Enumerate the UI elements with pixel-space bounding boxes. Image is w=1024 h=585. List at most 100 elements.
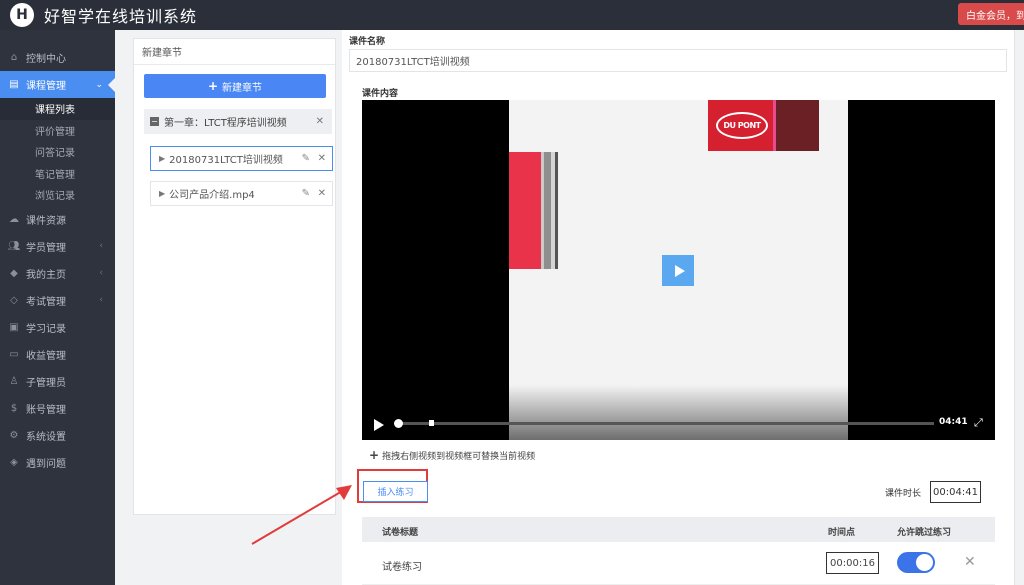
delete-lesson-icon[interactable]: ✕ (318, 188, 326, 199)
chevron-down-icon: ⌄ (95, 79, 103, 90)
chevron-left-icon: ‹ (99, 241, 103, 251)
column-header: 允许跳过练习 (897, 528, 952, 538)
play-icon: ▶ (159, 189, 166, 198)
plus-icon: + (207, 79, 219, 93)
record-icon: ▣ (9, 321, 19, 333)
video-time: 04:41 (939, 417, 968, 427)
fullscreen-icon[interactable]: ⤢ (974, 416, 983, 430)
sidebar-item-label: 课程管理 (26, 81, 66, 92)
brand-text: DU PONT (716, 112, 768, 139)
progress-handle[interactable] (394, 419, 403, 428)
main-content: 课件名称 20180731LTCT培训视频 课件内容 DU PONT 04:41 (342, 30, 1014, 585)
sidebar-item-label: 控制中心 (26, 54, 66, 65)
allow-skip-toggle[interactable] (897, 552, 935, 573)
chapter-panel: 新建章节 + 新建章节 − 第一章：LTCT程序培训视频 ✕ ▶ 2018073… (133, 38, 336, 515)
sidebar-item-label: 我的主页 (26, 269, 66, 281)
dollar-icon: $ (10, 402, 18, 414)
sidebar-subitem-notes[interactable]: 笔记管理 (0, 163, 115, 185)
duration-label: 课件时长 (885, 489, 922, 499)
chapter-title: 第一章：LTCT程序培训视频 (164, 118, 287, 129)
progress-track[interactable] (394, 419, 934, 428)
video-player[interactable]: DU PONT 04:41 ⤢ (362, 100, 995, 440)
sidebar-item-account[interactable]: $ 账号管理 (0, 395, 115, 422)
duration-value: 00:04:41 (930, 481, 981, 503)
sidebar-item-label: 学员管理 (26, 242, 66, 254)
course-name-input[interactable]: 20180731LTCT培训视频 (349, 49, 1007, 72)
edit-icon[interactable]: ✎ (302, 153, 310, 164)
new-chapter-label: 新建章节 (222, 82, 263, 94)
users-icon: 👥︎ (7, 240, 21, 252)
sidebar-subitem-browse[interactable]: 浏览记录 (0, 184, 115, 206)
sidebar-item-label: 考试管理 (26, 296, 66, 308)
course-name-label: 课件名称 (349, 37, 386, 47)
insert-exercise-button[interactable]: 插入练习 (363, 481, 428, 502)
home-icon: ⌂ (10, 52, 18, 63)
play-icon[interactable] (374, 419, 384, 431)
cloud-icon: ☁ (9, 213, 19, 225)
lesson-item[interactable]: ▶ 20180731LTCT培训视频 ✎ ✕ (150, 146, 333, 171)
play-icon: ▶ (159, 154, 166, 163)
column-header: 试卷标题 (382, 528, 419, 538)
new-chapter-button[interactable]: + 新建章节 (144, 74, 326, 98)
sidebar-subitem-course-list[interactable]: 课程列表 (0, 98, 115, 120)
remove-exercise-icon[interactable]: ✕ (964, 554, 976, 570)
sidebar-subitem-reviews[interactable]: 评价管理 (0, 120, 115, 142)
drag-hint-text: 拖拽右侧视频到视频框可替换当前视频 (382, 451, 536, 462)
buffer-marker (429, 420, 434, 426)
lesson-label: 公司产品介绍.mp4 (169, 190, 255, 201)
graduation-icon: ◆ (10, 267, 18, 279)
collapse-icon[interactable]: − (150, 117, 159, 126)
sidebar-item-label: 收益管理 (26, 350, 66, 362)
sidebar-item-settings[interactable]: ⚙ 系统设置 (0, 422, 115, 449)
delete-chapter-icon[interactable]: ✕ (316, 116, 324, 127)
exercise-time-input[interactable]: 00:00:16 (826, 552, 879, 574)
gear-icon: ⚙ (9, 429, 19, 441)
chevron-left-icon: ‹ (99, 295, 103, 305)
sidebar-item-label: 子管理员 (26, 377, 66, 389)
sidebar-item-homepage[interactable]: ◆ 我的主页 ‹ (0, 260, 115, 287)
tag-icon: ◇ (10, 294, 18, 306)
exercise-table-header: 试卷标题 时间点 允许跳过练习 (362, 517, 995, 542)
dupont-logo: DU PONT (708, 100, 819, 151)
sidebar-item-label: 遇到问题 (26, 458, 66, 470)
scrollbar[interactable] (1014, 30, 1024, 585)
sidebar-subitem-qa[interactable]: 问答记录 (0, 141, 115, 163)
panel-heading: 新建章节 (134, 39, 335, 65)
sidebar-item-help[interactable]: ◈ 遇到问题 (0, 449, 115, 476)
video-controls: 04:41 ⤢ (362, 408, 995, 440)
sidebar-item-revenue[interactable]: ▭ 收益管理 (0, 341, 115, 368)
exercise-title: 试卷练习 (382, 562, 422, 573)
sidebar-item-label: 课件资源 (26, 215, 66, 227)
book-icon: ▤ (9, 79, 19, 90)
table-row: 试卷练习 00:00:16 ✕ (362, 542, 995, 585)
top-header: H 好智学在线培训系统 白金会员，到期 (0, 0, 1024, 30)
logo-icon: H (10, 3, 34, 27)
sidebar-item-students[interactable]: 👥︎ 学员管理 ‹ (0, 233, 115, 260)
play-overlay-button[interactable] (662, 255, 694, 286)
sidebar-item-course-management[interactable]: ▤ 课程管理 ⌄ (0, 71, 115, 98)
user-lock-icon: ♙ (9, 375, 19, 387)
card-icon: ▭ (9, 348, 19, 360)
column-header: 时间点 (828, 528, 856, 538)
chevron-left-icon: ‹ (99, 268, 103, 278)
toggle-knob (916, 554, 933, 571)
member-badge[interactable]: 白金会员，到期 (958, 3, 1024, 25)
video-scene-shape (776, 100, 819, 151)
drag-hint: + 拖拽右侧视频到视频框可替换当前视频 (369, 448, 535, 462)
lesson-label: 20180731LTCT培训视频 (169, 155, 283, 166)
lesson-item[interactable]: ▶ 公司产品介绍.mp4 ✎ ✕ (150, 181, 333, 206)
sidebar-item-label: 账号管理 (26, 404, 66, 416)
sidebar-item-resources[interactable]: ☁ 课件资源 (0, 206, 115, 233)
chapter-row[interactable]: − 第一章：LTCT程序培训视频 ✕ (144, 109, 332, 134)
annotation-arrow-icon (251, 485, 352, 545)
video-scene-shape (544, 152, 551, 269)
sidebar-item-learning-records[interactable]: ▣ 学习记录 (0, 314, 115, 341)
app-title: 好智学在线培训系统 (44, 7, 198, 26)
sidebar-item-exams[interactable]: ◇ 考试管理 ‹ (0, 287, 115, 314)
edit-icon[interactable]: ✎ (302, 188, 310, 199)
sidebar-item-sub-admins[interactable]: ♙ 子管理员 (0, 368, 115, 395)
delete-lesson-icon[interactable]: ✕ (318, 153, 326, 164)
content-label: 课件内容 (362, 89, 399, 99)
sidebar: ⌂ 控制中心 ▤ 课程管理 ⌄ 课程列表 评价管理 问答记录 笔记管理 浏览记录… (0, 30, 115, 585)
sidebar-item-control-center[interactable]: ⌂ 控制中心 (0, 44, 115, 71)
